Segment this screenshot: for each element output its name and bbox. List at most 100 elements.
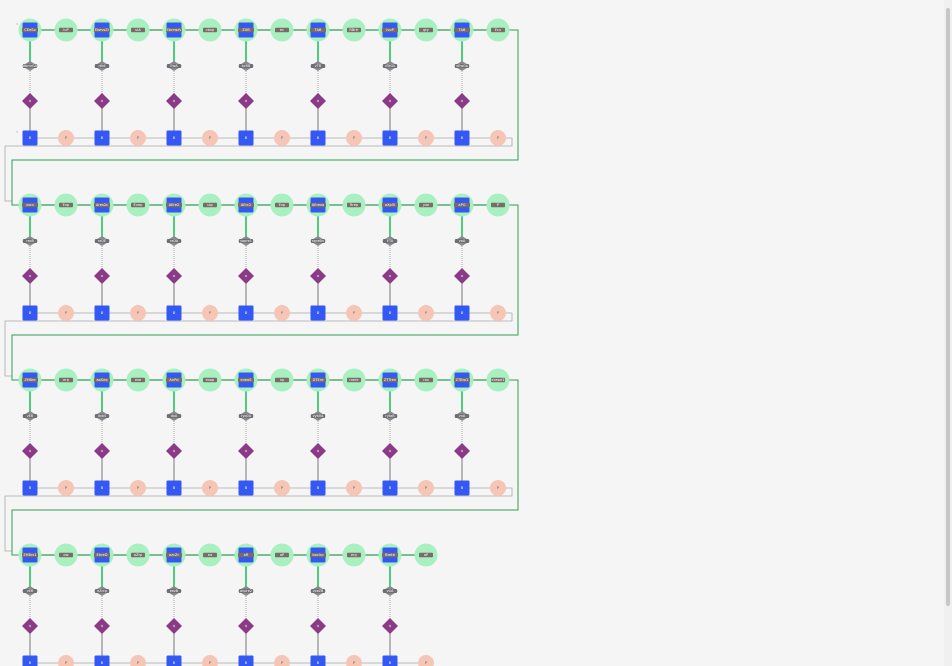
row-connector-green [11,379,519,556]
gray-diamond-label: vEB [27,589,34,593]
gray-diamond-label: vUA [387,589,394,593]
node-label: AEre2 [169,203,180,207]
purple-diamond-dot [172,274,176,278]
purple-diamond-dot [460,99,464,103]
row-connector-green [11,29,519,206]
row-index-marker: 3 [16,22,18,26]
pipeline-link-node: Rrep P [342,193,366,321]
node-label: Ares2c [96,203,108,207]
vertical-scrollbar[interactable] [944,0,952,666]
bottom-peach-label: P [137,486,139,490]
purple-diamond-dot [244,99,248,103]
pipeline-link-node: aPP [270,543,294,666]
gray-diamond-label: rxDA [170,239,179,243]
pipeline-link-node: RBrtr P [342,18,366,146]
node-label: TAB [458,28,466,32]
purple-diamond-dot [100,624,104,628]
bottom-peach-label: P [425,311,427,315]
gray-diamond-label: rxDE [98,239,106,243]
bottom-peach-label: P [209,136,211,140]
pipeline-link-node: Evp P [54,193,78,321]
bottom-peach-label: P [353,661,355,665]
node-label: ec [280,28,284,32]
node-label: DTEre [313,378,325,382]
node-label: ulA [135,28,141,32]
purple-diamond-dot [172,624,176,628]
node-label: aZrp [134,553,143,557]
purple-diamond-dot [244,449,248,453]
purple-diamond-dot [388,99,392,103]
gray-diamond-label: vEwGa [456,64,468,68]
connector-layer [4,29,519,664]
gray-diamond-label: vxeZB [313,589,324,593]
row-connector-gray [4,312,513,377]
pipeline-link-node: ow P [54,543,78,666]
bottom-peach-label: P [425,486,427,490]
node-label: aoSeq [96,378,107,382]
bottom-peach-label: P [497,486,499,490]
purple-diamond-dot [28,99,32,103]
node-label: gty [423,28,430,32]
node-label: CEeSx [24,28,36,32]
node-label: Evp [279,203,286,207]
node-label: RBrtr [349,28,359,32]
row-index-marker: 3 [16,130,18,134]
gray-diamond-label: vEB [27,414,34,418]
gray-diamond-label: anpre2 [240,589,252,593]
gray-diamond-label: bcRB [242,64,251,68]
gray-diamond-label: rtfdl [98,64,105,68]
purple-diamond-dot [100,99,104,103]
bottom-peach-label: P [281,661,283,665]
gray-diamond-label: EwA [170,64,178,68]
node-label: aPG [458,203,465,207]
gray-diamond-label: vTeGk [385,64,395,68]
purple-diamond-dot [316,274,320,278]
purple-diamond-dot [316,449,320,453]
node-label: aR [244,553,249,557]
purple-diamond-dot [388,449,392,453]
purple-diamond-dot [316,99,320,103]
purple-diamond-dot [100,449,104,453]
node-label: Evp [63,203,70,207]
node-label: lvoP [386,28,394,32]
gray-diamond-label: dbmrGA [23,64,38,68]
purple-diamond-dot [28,274,32,278]
bottom-peach-label: P [281,136,283,140]
gray-diamond-label: rxpeBn [312,239,324,243]
bottom-peach-label: P [65,311,67,315]
pipeline-link-node: PP [486,193,510,321]
node-label: Rrep [350,203,359,207]
pipeline-link-node: ulA P [126,18,150,146]
pipeline-link-node: aPP [414,543,438,666]
scrollbar-thumb[interactable] [946,8,950,606]
pipeline-link-node: exe P [126,368,150,496]
node-label: Bretb [385,553,395,557]
row-connector-green [11,204,519,381]
bottom-peach-label: P [137,311,139,315]
gray-diamond-label: eZrcp [97,589,107,593]
purple-diamond-dot [388,274,392,278]
node-label: AnPd [169,378,178,382]
node-layer: CEeSxBluPPEkevsZrBulAPEbcrwzVBcbxpPZXBBe… [16,18,510,666]
node-label: eneoS [240,378,252,382]
bottom-peach-label: P [425,136,427,140]
pipeline-link-node: aZrp P [126,543,150,666]
pipeline-link-node: rxere P [342,368,366,496]
node-label: cbxp [206,28,215,32]
node-label: Evep [134,203,144,207]
node-label: aXp5i [385,203,395,207]
gray-diamond-label: rytaB [385,414,395,418]
bottom-peach-label: P [65,486,67,490]
node-label: rax [423,378,430,382]
purple-diamond-dot [244,624,248,628]
gray-diamond-label: vaA [459,239,466,243]
bottom-peach-label: P [281,486,283,490]
node-label: AErexo [312,203,325,207]
pipeline-link-node: exepe1 P [486,368,510,496]
node-label: Ecu [495,28,502,32]
gray-diamond-label: vTB [315,64,322,68]
node-label: ZTTren [384,378,396,382]
gray-diamond-label: yopre1 [240,239,252,243]
node-label: exe [135,378,142,382]
node-label: ecy [351,553,358,557]
